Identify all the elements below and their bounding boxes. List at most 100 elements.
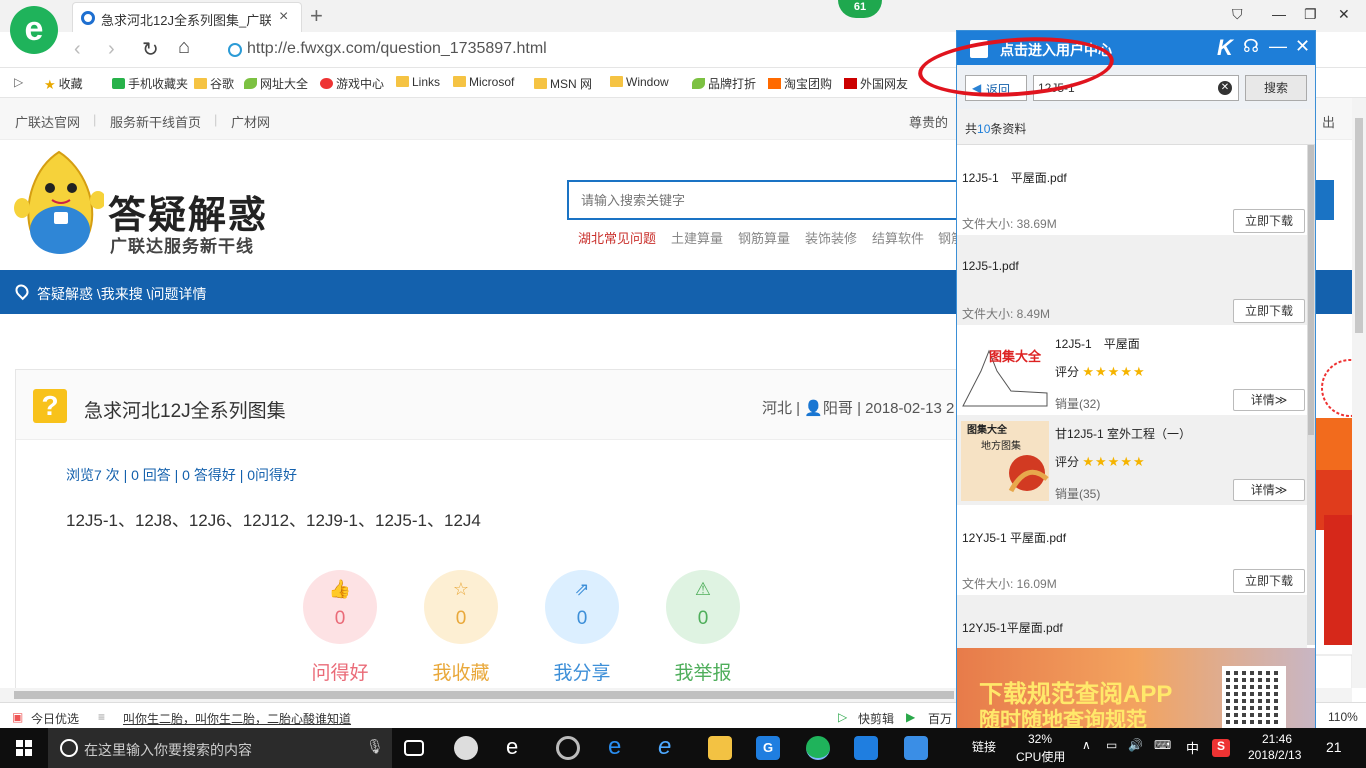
- hotword-0[interactable]: 湖北常见问题: [578, 228, 656, 247]
- popup-scrollbar[interactable]: [1307, 145, 1315, 645]
- url-field[interactable]: http://e.fwxgx.com/question_1735897.html: [247, 40, 547, 58]
- scroll-thumb[interactable]: [1355, 118, 1363, 333]
- remote-app-icon[interactable]: [854, 736, 878, 760]
- tray-expand-icon[interactable]: ∧: [1082, 738, 1091, 752]
- sidebar-toggle-icon[interactable]: ▷: [14, 75, 23, 89]
- fav-item-10[interactable]: 淘宝团购: [768, 75, 832, 92]
- browser-360-icon[interactable]: [806, 736, 830, 760]
- news-ticker-link[interactable]: 叫你生二胎，叫你生二胎，二胎心酸谁知道: [123, 710, 351, 727]
- restore-icon[interactable]: ❐: [1304, 6, 1317, 23]
- user-center-link[interactable]: 点击进入用户中心: [1000, 40, 1112, 60]
- new-tab-button[interactable]: +: [310, 3, 323, 29]
- share-button[interactable]: ⇗ 0 我分享: [544, 570, 620, 685]
- store-app-icon[interactable]: [904, 736, 928, 760]
- nav-link-glodon[interactable]: 广联达官网: [15, 112, 80, 131]
- result-item[interactable]: 12J5-1 平屋面.pdf 文件大小: 38.69M 立即下载: [957, 145, 1307, 235]
- sogou-icon[interactable]: S: [1212, 739, 1230, 757]
- fav-item-7[interactable]: MSN 网: [534, 75, 592, 92]
- fav-item-3[interactable]: 网址大全: [244, 75, 308, 92]
- download-button[interactable]: 立即下载: [1233, 569, 1305, 593]
- refresh-icon[interactable]: ↻: [142, 37, 159, 62]
- result-item[interactable]: 12YJ5-1 平屋面.pdf 文件大小: 16.09M 立即下载: [957, 505, 1307, 595]
- fav-item-9[interactable]: 品牌打折: [692, 75, 756, 92]
- windows-start-icon[interactable]: [16, 740, 32, 756]
- good-question-button[interactable]: 👍 0 问得好: [302, 570, 378, 685]
- browser-g-icon[interactable]: [556, 736, 580, 760]
- popup-close-icon[interactable]: ✕: [1295, 36, 1310, 57]
- tab-close-icon[interactable]: ×: [279, 8, 288, 26]
- zoom-level[interactable]: 110%: [1328, 710, 1358, 724]
- hotword-4[interactable]: 结算软件: [872, 228, 924, 247]
- back-arrow-icon[interactable]: ‹: [74, 38, 81, 61]
- popup-minimize-icon[interactable]: —: [1269, 36, 1287, 57]
- fav-item-0[interactable]: ★ 收藏: [44, 75, 83, 93]
- headset-icon[interactable]: ☊: [1243, 36, 1259, 57]
- fav-item-1[interactable]: 手机收藏夹: [112, 75, 188, 92]
- clear-icon[interactable]: ✕: [1218, 81, 1232, 95]
- file-explorer-icon[interactable]: [708, 736, 732, 760]
- forward-arrow-icon[interactable]: ›: [108, 38, 115, 61]
- fav-item-2[interactable]: 谷歌: [194, 75, 234, 92]
- question-stats: 浏览7 次 | 0 回答 | 0 答得好 | 0问得好: [66, 467, 298, 483]
- breadcrumb[interactable]: 答疑解惑 \我来搜 \问题详情: [37, 284, 207, 304]
- scroll-thumb[interactable]: [14, 691, 954, 699]
- quick-edit-link[interactable]: 快剪辑: [858, 710, 894, 727]
- site-search-input[interactable]: [569, 182, 985, 218]
- fav-item-8[interactable]: Window: [610, 75, 669, 89]
- download-button[interactable]: 立即下载: [1233, 209, 1305, 233]
- edge-icon[interactable]: e: [608, 733, 632, 760]
- download-button[interactable]: 立即下载: [1233, 299, 1305, 323]
- side-float-ads[interactable]: [1314, 140, 1352, 700]
- product-item[interactable]: 图集大全 地方图集 甘12J5-1 室外工程（一） 评分 ★★★★★ 销量(35…: [957, 415, 1307, 505]
- hotword-1[interactable]: 土建算量: [671, 228, 723, 247]
- result-item[interactable]: 12J5-1.pdf 文件大小: 8.49M 立即下载: [957, 235, 1307, 325]
- fav-item-4[interactable]: 游戏中心: [320, 75, 384, 92]
- browser-tab[interactable]: 急求河北12J全系列图集_广联达服 ×: [72, 2, 302, 32]
- million-link[interactable]: 百万: [928, 710, 952, 727]
- notification-badge[interactable]: 61: [838, 0, 882, 18]
- today-picks-link[interactable]: 今日优选: [31, 710, 79, 727]
- ime-indicator[interactable]: 中: [1186, 738, 1199, 757]
- hotword-3[interactable]: 装饰装修: [805, 228, 857, 247]
- pinwheel-app-icon[interactable]: [454, 736, 478, 760]
- nav-link-home[interactable]: 服务新干线首页: [110, 112, 201, 131]
- home-icon[interactable]: ⌂: [178, 36, 190, 59]
- result-item[interactable]: 12YJ5-1平屋面.pdf: [957, 595, 1307, 648]
- close-window-icon[interactable]: ✕: [1338, 6, 1350, 23]
- details-button[interactable]: 详情≫: [1233, 389, 1305, 411]
- fav-item-11[interactable]: 外国网友: [844, 75, 908, 92]
- popup-search-input[interactable]: [1034, 76, 1214, 100]
- page-vertical-scrollbar[interactable]: [1352, 98, 1366, 688]
- popup-search-button[interactable]: 搜索: [1245, 75, 1307, 101]
- browser-logo-icon[interactable]: e: [10, 6, 58, 54]
- ie-icon[interactable]: e: [658, 733, 682, 760]
- clock-time[interactable]: 21:46: [1262, 732, 1292, 746]
- product-name: 甘12J5-1 室外工程（一）: [1055, 427, 1192, 441]
- quick-edit-icon: ▷: [838, 710, 848, 724]
- minimize-icon[interactable]: —: [1272, 6, 1286, 22]
- fav-item-5[interactable]: Links: [396, 75, 440, 89]
- hotword-2[interactable]: 钢筋算量: [738, 228, 790, 247]
- clock-date[interactable]: 2018/2/13: [1248, 748, 1301, 762]
- taskbar-search[interactable]: 在这里输入你要搜索的内容 🎙: [48, 728, 392, 768]
- favorite-button[interactable]: ☆ 0 我收藏: [423, 570, 499, 685]
- battery-icon[interactable]: ▭: [1106, 738, 1117, 752]
- links-toolbar[interactable]: 链接: [972, 738, 996, 755]
- action-center-icon[interactable]: 21: [1326, 739, 1342, 755]
- back-button[interactable]: ◀ 返回: [965, 75, 1027, 101]
- volume-icon[interactable]: 🔊: [1128, 738, 1143, 752]
- product-item[interactable]: 图集大全 12J5-1 平屋面 评分 ★★★★★ 销量(32) 详情≫: [957, 325, 1307, 415]
- browser-e-icon[interactable]: e: [506, 734, 530, 759]
- shirt-icon[interactable]: ⛉: [1232, 6, 1243, 23]
- app-download-banner[interactable]: 下载规范查阅APP 随时随地查询规范: [957, 648, 1315, 728]
- keyboard-icon[interactable]: ⌨: [1154, 738, 1171, 752]
- microphone-icon[interactable]: 🎙: [366, 738, 384, 755]
- report-button[interactable]: ⚠ 0 我举报: [665, 570, 741, 685]
- glodon-g-icon[interactable]: G: [756, 736, 780, 760]
- details-button[interactable]: 详情≫: [1233, 479, 1305, 501]
- task-view-icon[interactable]: [404, 740, 424, 756]
- nav-link-material[interactable]: 广材网: [231, 112, 270, 131]
- logout-link[interactable]: 出: [1322, 112, 1335, 131]
- scroll-thumb[interactable]: [1308, 145, 1314, 435]
- fav-item-6[interactable]: Microsof: [453, 75, 514, 89]
